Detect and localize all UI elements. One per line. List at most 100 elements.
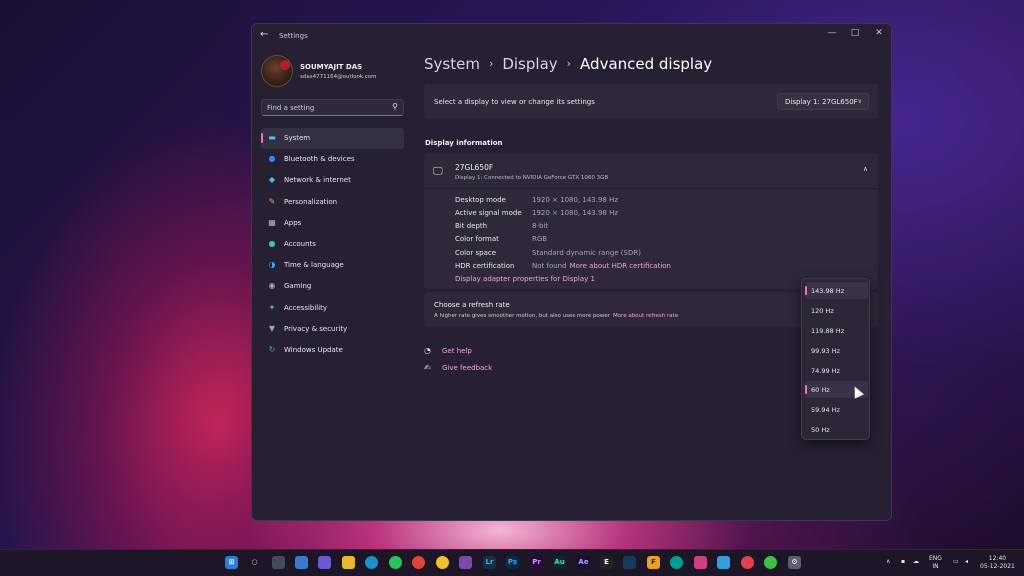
avatar[interactable] xyxy=(261,55,293,87)
chevron-down-icon: ∨ xyxy=(857,98,862,105)
refresh-option[interactable]: 119.88 Hz xyxy=(805,322,868,339)
sidebar-item-gaming[interactable]: ◉ Gaming xyxy=(261,276,404,297)
app-red-icon[interactable] xyxy=(741,556,754,569)
breadcrumb-system[interactable]: System xyxy=(424,55,480,73)
settings-window: ← Settings — □ ✕ SOUMYAJIT DAS sdas47711… xyxy=(251,23,892,521)
info-key: Color format xyxy=(455,235,499,243)
refresh-option[interactable]: 50 Hz xyxy=(805,421,868,438)
settings-gear-icon[interactable]: ⚙ xyxy=(788,556,801,569)
search-icon[interactable]: ⚲ xyxy=(392,102,398,111)
refresh-option[interactable]: 120 Hz xyxy=(805,302,868,319)
after-effects-icon[interactable]: Ae xyxy=(577,556,590,569)
sidebar-item-privacy[interactable]: ▼ Privacy & security xyxy=(261,319,404,340)
breadcrumb-display[interactable]: Display xyxy=(502,55,557,73)
update-icon: ↻ xyxy=(268,344,276,354)
app-green-icon[interactable] xyxy=(764,556,777,569)
person-icon: ● xyxy=(268,238,276,248)
feedback-icon: ✍ xyxy=(424,363,431,372)
wifi-icon: ◆ xyxy=(268,175,276,185)
globe-clock-icon: ◑ xyxy=(268,260,276,270)
sidebar-item-time-language[interactable]: ◑ Time & language xyxy=(261,255,404,276)
sidebar-item-label: Network & internet xyxy=(284,176,351,185)
refresh-option[interactable]: 143.98 Hz xyxy=(805,282,868,299)
info-value: 8-bit xyxy=(532,222,549,230)
info-key: Color space xyxy=(455,249,497,257)
language-code: ENG xyxy=(929,555,942,562)
maximize-icon[interactable]: □ xyxy=(845,28,865,38)
edge-icon[interactable] xyxy=(365,556,378,569)
network-icon[interactable]: ▭ xyxy=(953,558,959,566)
premiere-icon[interactable]: Pr xyxy=(530,556,543,569)
sidebar-item-system[interactable]: ▬ System xyxy=(261,128,404,150)
steam-icon[interactable] xyxy=(623,556,636,569)
option-label: 120 Hz xyxy=(811,307,834,315)
refresh-option[interactable]: 74.99 Hz xyxy=(805,362,868,379)
get-help-label: Get help xyxy=(442,347,472,355)
monitor-icon: 🖵 xyxy=(433,166,443,177)
file-explorer-icon[interactable] xyxy=(342,556,355,569)
option-label: 50 Hz xyxy=(811,426,830,434)
info-value: 1920 × 1080, 143.98 Hz xyxy=(532,196,619,204)
clock-date: 05-12-2021 xyxy=(980,563,1015,570)
give-feedback-label: Give feedback xyxy=(442,364,493,372)
refresh-option[interactable]: 99.93 Hz xyxy=(805,342,868,359)
refresh-option[interactable]: 59.94 Hz xyxy=(805,401,868,418)
search-input[interactable]: Find a setting ⚲ xyxy=(261,99,404,116)
lightroom-icon[interactable]: Lr xyxy=(483,556,496,569)
minimize-icon[interactable]: — xyxy=(822,28,842,38)
teams-chat-icon[interactable] xyxy=(318,556,331,569)
display-select-card: Select a display to view or change its s… xyxy=(424,84,878,119)
chrome-icon[interactable] xyxy=(412,556,425,569)
close-icon[interactable]: ✕ xyxy=(869,28,889,38)
task-view-icon[interactable] xyxy=(272,556,285,569)
sidebar-item-accounts[interactable]: ● Accounts xyxy=(261,234,404,255)
language-indicator[interactable]: ENG IN xyxy=(929,555,942,571)
onedrive-icon[interactable]: ☁ xyxy=(913,558,919,566)
sidebar-item-windows-update[interactable]: ↻ Windows Update xyxy=(261,340,404,361)
chevron-up-icon[interactable]: ∧ xyxy=(863,165,868,173)
hdr-certification-link[interactable]: More about HDR certification xyxy=(570,262,671,270)
info-key: Active signal mode xyxy=(455,209,522,217)
adapter-properties-link[interactable]: Display adapter properties for Display 1 xyxy=(455,275,595,283)
whatsapp-icon[interactable] xyxy=(389,556,402,569)
app-yellow-icon[interactable] xyxy=(436,556,449,569)
tray-chevron-icon[interactable]: ∧ xyxy=(886,558,890,566)
sidebar-item-bluetooth[interactable]: ● Bluetooth & devices xyxy=(261,149,404,170)
option-label: 99.93 Hz xyxy=(811,347,840,355)
refresh-rate-link[interactable]: More about refresh rate xyxy=(613,313,678,319)
sidebar-item-label: Gaming xyxy=(284,282,312,291)
info-value: 1920 × 1080, 143.98 Hz xyxy=(532,209,619,217)
info-key: HDR certification xyxy=(455,262,515,270)
display-select-label: Select a display to view or change its s… xyxy=(434,98,595,106)
app-blue-icon[interactable] xyxy=(717,556,730,569)
refresh-rate-subtitle: A higher rate gives smoother motion, but… xyxy=(434,313,678,319)
photoshop-icon[interactable]: Ps xyxy=(506,556,519,569)
info-value: Not found More about HDR certification xyxy=(532,262,671,270)
refresh-rate-description: A higher rate gives smoother motion, but… xyxy=(434,313,610,319)
instagram-icon[interactable] xyxy=(694,556,707,569)
audition-icon[interactable]: Au xyxy=(553,556,566,569)
clock[interactable]: 12:40 05-12-2021 xyxy=(980,555,1015,571)
tray-device-icon[interactable]: ▪ xyxy=(901,558,905,566)
sidebar-item-personalization[interactable]: ✎ Personalization xyxy=(261,192,404,213)
display-info-header[interactable]: 🖵 27GL650F Display 1: Connected to NVIDI… xyxy=(424,153,878,189)
widgets-icon[interactable] xyxy=(295,556,308,569)
volume-icon[interactable]: ◂ xyxy=(965,558,968,566)
sidebar-item-accessibility[interactable]: ✦ Accessibility xyxy=(261,298,404,319)
app-f-icon[interactable]: F xyxy=(647,556,660,569)
option-label: 143.98 Hz xyxy=(811,287,845,295)
epic-games-icon[interactable]: E xyxy=(600,556,613,569)
option-label: 60 Hz xyxy=(811,386,830,394)
refresh-rate-title: Choose a refresh rate xyxy=(434,301,510,309)
sidebar-item-label: Apps xyxy=(284,218,302,227)
sidebar-item-network[interactable]: ◆ Network & internet xyxy=(261,170,404,191)
back-icon[interactable]: ← xyxy=(260,29,268,40)
start-icon[interactable]: ⊞ xyxy=(225,556,238,569)
app-purple-icon[interactable] xyxy=(459,556,472,569)
arduino-icon[interactable] xyxy=(670,556,683,569)
search-icon[interactable]: ○ xyxy=(248,556,261,569)
profile-email: sdas4771164@outlook.com xyxy=(300,74,377,80)
display-dropdown[interactable]: Display 1: 27GL650F ∨ xyxy=(777,93,869,110)
sidebar-item-label: Windows Update xyxy=(284,345,343,354)
sidebar-item-apps[interactable]: ▦ Apps xyxy=(261,213,404,234)
